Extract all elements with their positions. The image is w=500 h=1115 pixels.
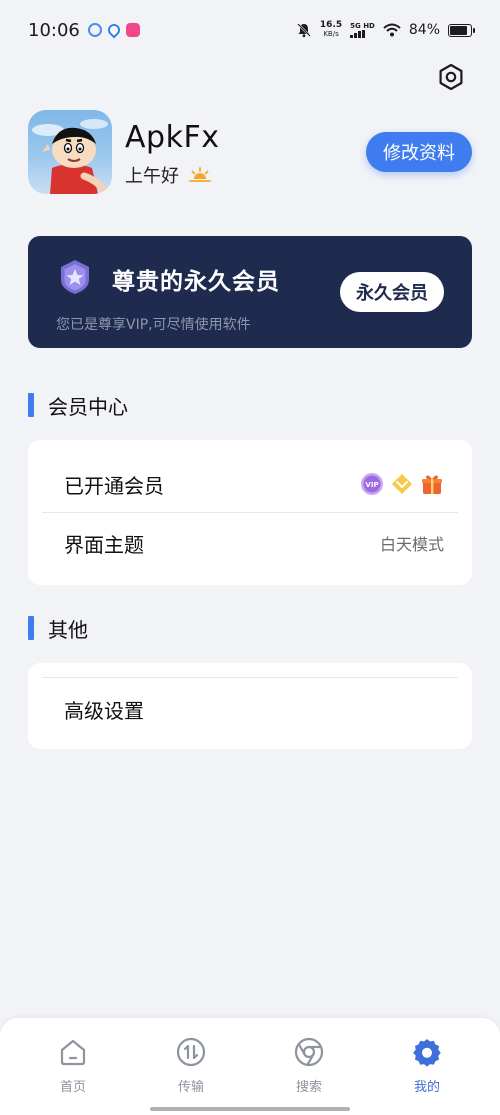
vip-card[interactable]: 尊贵的永久会员 您已是尊享VIP,可尽情使用软件 永久会员 <box>28 236 472 348</box>
settings-icon <box>413 1039 441 1067</box>
avatar[interactable] <box>28 110 112 194</box>
hexagon-settings-icon <box>439 63 463 91</box>
section-accent-bar <box>28 616 34 640</box>
notification-icons <box>87 21 140 39</box>
gift-icon <box>422 475 442 494</box>
status-right: 16.5 KB/s 5G HD 84% <box>296 21 475 39</box>
wifi-icon <box>383 23 401 37</box>
nav-item-search[interactable]: 搜索 <box>269 1036 349 1096</box>
browser-icon <box>294 1037 324 1067</box>
row-advanced-settings[interactable]: 高级设置 <box>28 673 472 745</box>
signal-label: 5G HD <box>350 22 375 30</box>
nav-item-mine[interactable]: 我的 <box>387 1036 467 1096</box>
nav-label: 我的 <box>413 1080 440 1095</box>
cartoon-avatar-image <box>32 119 108 194</box>
vip-status-badge: 永久会员 <box>340 272 444 312</box>
vip-subtitle: 您已是尊享VIP,可尽情使用软件 <box>56 317 251 333</box>
section-accent-bar <box>28 393 34 417</box>
greeting: 上午好 <box>125 162 211 188</box>
map-notification-icon <box>105 21 123 39</box>
cell-signal: 5G HD <box>350 22 375 38</box>
membership-badges: VIP <box>360 472 444 496</box>
sunrise-icon <box>189 167 211 182</box>
mute-icon <box>297 23 311 38</box>
greeting-text: 上午好 <box>125 166 179 187</box>
status-time: 10:06 <box>28 19 80 41</box>
app-notification-icon <box>87 23 102 37</box>
svg-text:VIP: VIP <box>365 481 378 489</box>
vip-icon: VIP <box>361 473 383 495</box>
profile-header: ApkFx 上午好 修改资料 <box>28 110 472 196</box>
battery-percent: 84% <box>408 22 440 38</box>
section-title-member-center: 会员中心 <box>28 392 128 419</box>
nav-item-home[interactable]: 首页 <box>33 1036 113 1096</box>
nav-label: 首页 <box>59 1080 86 1095</box>
vip-star-badge-icon <box>61 260 89 294</box>
signal-bars-icon <box>350 30 366 38</box>
section-title-other: 其他 <box>28 615 88 642</box>
row-label: 已开通会员 <box>64 473 164 498</box>
vip-title: 尊贵的永久会员 <box>112 269 280 295</box>
home-icon <box>60 1039 86 1066</box>
transfer-icon <box>176 1037 206 1067</box>
edit-profile-button[interactable]: 修改资料 <box>366 132 472 172</box>
nav-label: 搜索 <box>295 1080 322 1095</box>
nav-item-transfer[interactable]: 传输 <box>151 1036 231 1096</box>
row-theme[interactable]: 界面主题 白天模式 <box>28 507 472 579</box>
status-bar: 10:06 16.5 KB/s 5G HD 84% <box>0 0 500 60</box>
row-value: 白天模式 <box>379 535 444 554</box>
bottom-navigation: 首页 传输 搜索 我的 <box>0 1018 500 1115</box>
section-title-text: 其他 <box>48 617 88 642</box>
net-speed-unit: KB/s <box>323 30 339 38</box>
net-speed-value: 16.5 <box>319 20 343 30</box>
member-center-card: 已开通会员 VIP 界面主题 白天模式 <box>28 440 472 585</box>
other-card: 高级设置 <box>28 663 472 749</box>
username: ApkFx <box>125 120 220 155</box>
shop-notification-icon <box>125 23 140 37</box>
net-speed: 16.5 KB/s <box>320 21 342 39</box>
diamond-icon <box>392 474 412 494</box>
home-indicator[interactable] <box>150 1107 350 1111</box>
battery-icon <box>448 23 475 37</box>
nav-label: 传输 <box>177 1080 204 1095</box>
row-label: 界面主题 <box>64 532 144 557</box>
row-label: 高级设置 <box>64 698 144 723</box>
settings-hex-button[interactable] <box>436 62 466 92</box>
section-title-text: 会员中心 <box>48 394 128 419</box>
